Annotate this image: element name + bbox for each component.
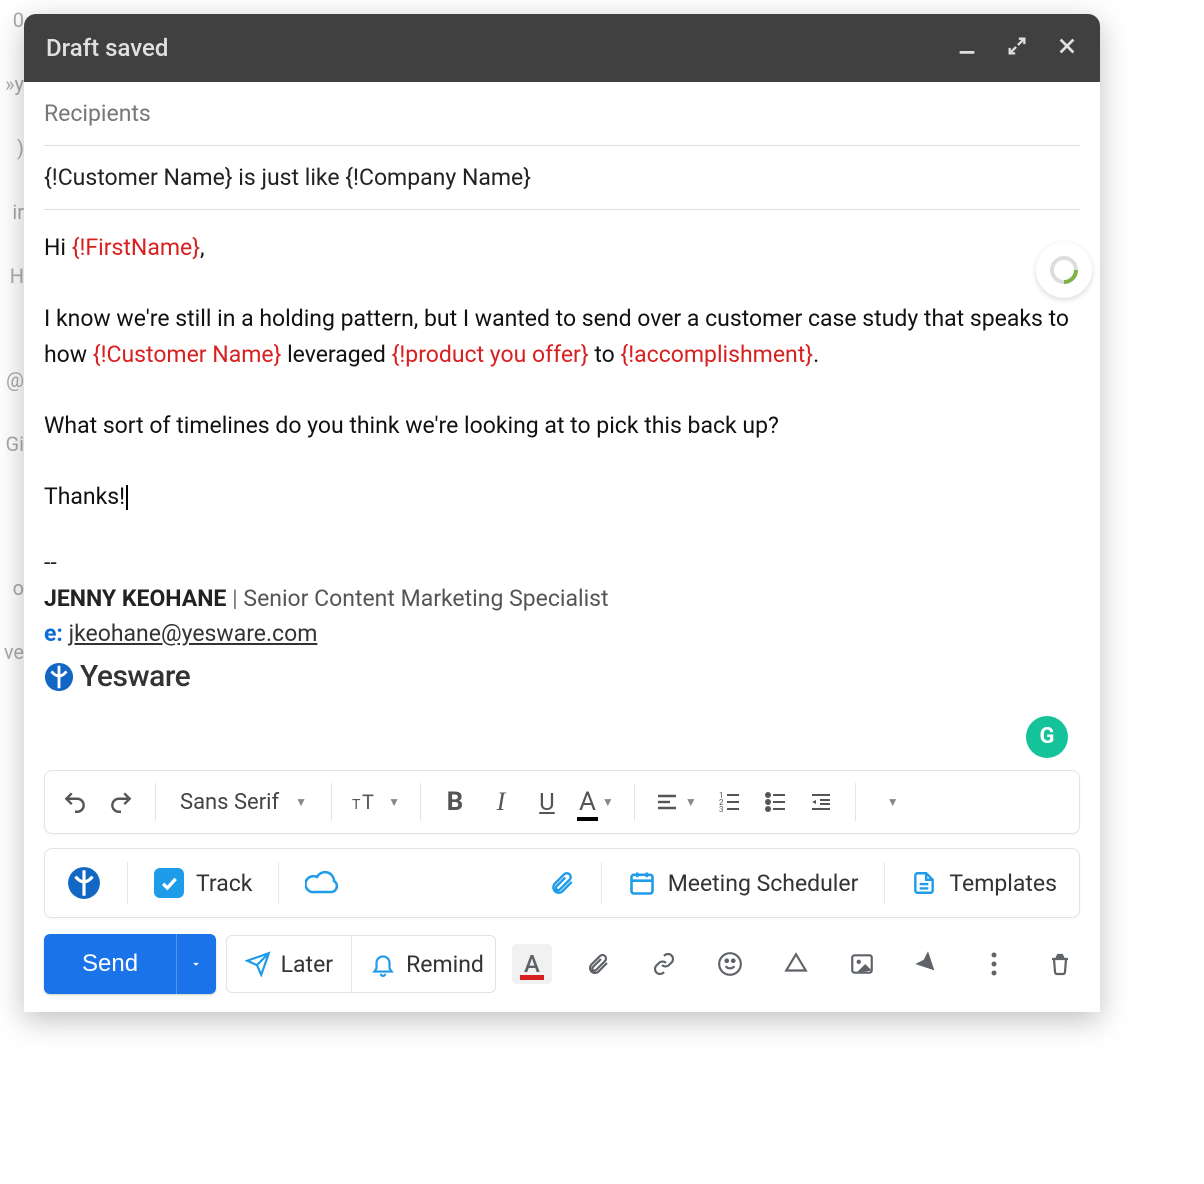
merge-field-accomplishment: {!accomplishment}	[620, 341, 813, 368]
undo-button[interactable]	[55, 780, 95, 824]
format-toolbar: Sans Serif ▼ TT ▼ B I U A▼ ▼ 123 ▼	[44, 770, 1080, 834]
signature-email[interactable]: jkeohane@yesware.com	[69, 620, 318, 647]
italic-button[interactable]: I	[481, 780, 521, 824]
signature-name: JENNY KEOHANE	[44, 585, 226, 612]
send-row: Send Later Remind A	[44, 934, 1080, 994]
body-text: Thanks!	[44, 483, 125, 510]
subject-text: {!Customer Name} is just like {!Company …	[44, 164, 531, 191]
font-size-button[interactable]: TT ▼	[346, 780, 406, 824]
body-text: ,	[200, 234, 205, 261]
align-button[interactable]: ▼	[649, 780, 703, 824]
insert-drive-icon[interactable]	[776, 944, 816, 984]
insert-photo-icon[interactable]	[842, 944, 882, 984]
email-body[interactable]: Hi {!FirstName}, I know we're still in a…	[44, 210, 1080, 770]
signature-separator: |	[226, 585, 243, 612]
yesware-brand-text: Yesware	[80, 654, 190, 701]
attach-file-icon[interactable]	[578, 944, 618, 984]
subject-field[interactable]: {!Customer Name} is just like {!Company …	[44, 146, 1080, 210]
bold-button[interactable]: B	[435, 780, 475, 824]
yesware-menu-button[interactable]	[59, 862, 109, 904]
font-family-label: Sans Serif	[180, 790, 279, 815]
more-options-icon[interactable]	[974, 944, 1014, 984]
insert-link-icon[interactable]	[644, 944, 684, 984]
window-title: Draft saved	[46, 34, 956, 62]
remind-label: Remind	[406, 951, 484, 978]
grammarly-icon[interactable]: G	[1026, 716, 1068, 758]
body-text: Hi	[44, 234, 72, 261]
merge-field-customer-name: {!Customer Name}	[93, 341, 282, 368]
attachment-button[interactable]	[541, 864, 583, 902]
title-bar: Draft saved	[24, 14, 1100, 82]
confidential-mode-icon[interactable]	[908, 944, 948, 984]
close-icon[interactable]	[1056, 35, 1078, 61]
numbered-list-button[interactable]: 123	[709, 780, 749, 824]
signature-title: Senior Content Marketing Specialist	[243, 585, 608, 612]
body-text: leveraged	[281, 341, 391, 368]
recipients-field[interactable]: Recipients	[44, 82, 1080, 146]
body-text: .	[813, 341, 819, 368]
track-label: Track	[196, 870, 252, 897]
compose-window: Draft saved Recipients {!Customer Name} …	[24, 14, 1100, 1012]
recipients-placeholder: Recipients	[44, 100, 151, 127]
send-later-button[interactable]: Later	[227, 936, 351, 992]
signature-email-label: e:	[44, 620, 69, 647]
body-text: to	[589, 341, 621, 368]
font-family-select[interactable]: Sans Serif ▼	[170, 780, 317, 824]
body-text: What sort of timelines do you think we'r…	[44, 408, 1080, 444]
text-color-icon[interactable]: A	[512, 944, 552, 984]
signature-divider: --	[44, 545, 1080, 581]
underline-button[interactable]: U	[527, 780, 567, 824]
sync-status-icon[interactable]	[1036, 242, 1092, 298]
later-label: Later	[281, 951, 333, 978]
text-cursor	[126, 485, 128, 510]
cloud-button[interactable]	[297, 866, 347, 900]
minimize-icon[interactable]	[956, 35, 978, 61]
fullscreen-icon[interactable]	[1006, 35, 1028, 61]
redo-button[interactable]	[101, 780, 141, 824]
merge-field-firstname: {!FirstName}	[72, 234, 200, 261]
insert-emoji-icon[interactable]	[710, 944, 750, 984]
merge-field-product: {!product you offer}	[392, 341, 589, 368]
svg-text:T: T	[352, 797, 361, 813]
svg-text:3: 3	[719, 805, 724, 814]
svg-text:T: T	[362, 790, 374, 814]
templates-button[interactable]: Templates	[903, 864, 1065, 902]
discard-draft-icon[interactable]	[1040, 944, 1080, 984]
text-color-button[interactable]: A▼	[573, 780, 620, 824]
templates-label: Templates	[949, 870, 1057, 897]
send-button[interactable]: Send	[44, 934, 176, 994]
remind-button[interactable]: Remind	[351, 936, 496, 992]
bullet-list-button[interactable]	[755, 780, 795, 824]
yesware-logo: Yesware	[44, 654, 1080, 701]
meeting-scheduler-label: Meeting Scheduler	[668, 870, 859, 897]
yesware-addon-bar: Track Meeting Scheduler Templates	[44, 848, 1080, 918]
more-formatting-button[interactable]: ▼	[870, 780, 910, 824]
outdent-button[interactable]	[801, 780, 841, 824]
send-dropdown[interactable]	[176, 934, 216, 994]
track-toggle[interactable]: Track	[146, 864, 260, 902]
checkbox-on-icon	[154, 868, 184, 898]
meeting-scheduler-button[interactable]: Meeting Scheduler	[620, 865, 867, 901]
background-app-sliver: 0»y)irH@Giove	[0, 0, 24, 1184]
